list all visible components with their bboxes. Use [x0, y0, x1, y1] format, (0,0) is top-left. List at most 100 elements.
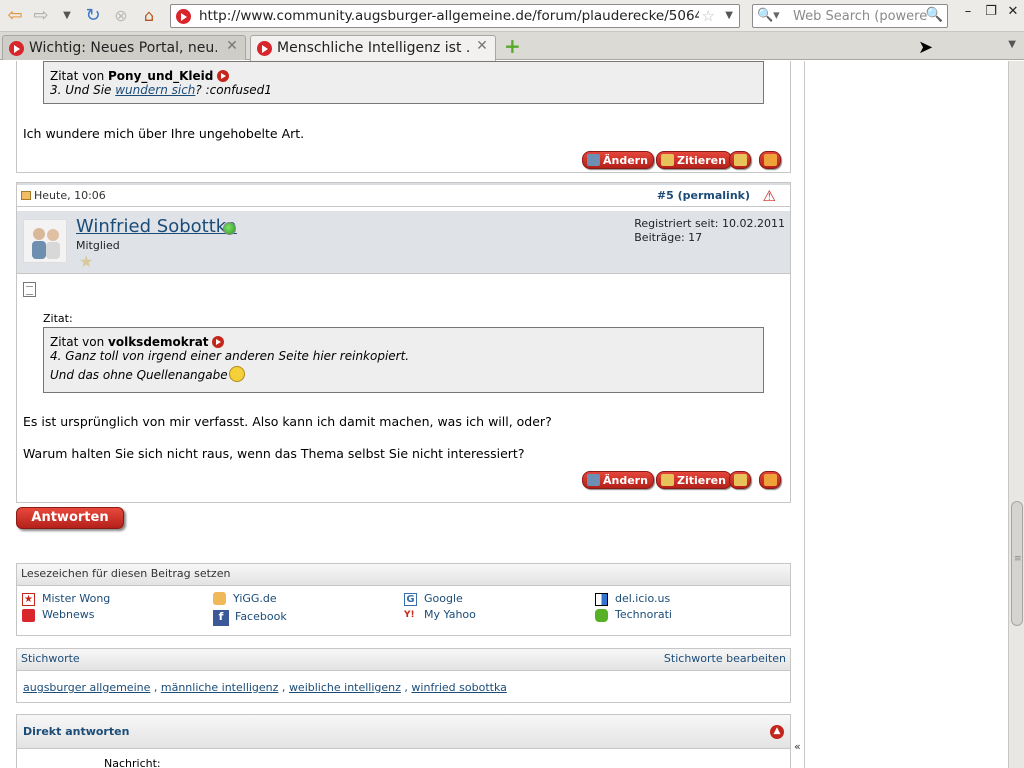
- bookmark-yigg[interactable]: YiGG.de: [213, 592, 277, 605]
- bookmark-star-icon[interactable]: ☆: [702, 7, 715, 25]
- multiquote-button[interactable]: [729, 151, 751, 169]
- quote-button[interactable]: Zitieren: [656, 151, 732, 169]
- tab-bar: Wichtig: Neues Portal, neu... ✕ Menschli…: [0, 32, 1024, 61]
- scrollbar-thumb[interactable]: [1011, 501, 1023, 626]
- tab-list-icon[interactable]: ▼: [1008, 39, 1016, 50]
- bookmark-webnews[interactable]: Webnews: [22, 608, 94, 622]
- yigg-icon: [213, 592, 226, 605]
- history-dropdown-icon[interactable]: ▼: [56, 5, 78, 27]
- quick-reply-title: Direkt antworten: [23, 725, 130, 738]
- quick-reply-header: Direkt antworten ▲: [17, 715, 790, 749]
- technorati-icon: [595, 609, 608, 622]
- quote-author: Pony_und_Kleid: [108, 69, 214, 83]
- tag-link[interactable]: männliche intelligenz: [161, 681, 279, 694]
- quote-icon: [661, 474, 674, 486]
- bookmark-facebook[interactable]: f Facebook: [213, 610, 287, 626]
- pencil-icon: [587, 474, 600, 486]
- tags-title[interactable]: Stichworte: [21, 652, 80, 665]
- quote-box: Zitat von Pony_und_Kleid 3. Und Sie wund…: [43, 61, 764, 104]
- tab-close-icon[interactable]: ✕: [475, 39, 489, 53]
- bookmarks-title: Lesezeichen für diesen Beitrag setzen: [17, 564, 790, 586]
- tab-2[interactable]: Menschliche Intelligenz ist ... ✕: [250, 35, 496, 61]
- url-text[interactable]: http://www.community.augsburger-allgemei…: [199, 8, 699, 24]
- quick-edit-button[interactable]: [759, 471, 781, 489]
- quote-header: Zitat von volksdemokrat: [50, 334, 757, 349]
- bookmark-my-yahoo[interactable]: Y! My Yahoo: [404, 608, 476, 621]
- quote-header: Zitat von Pony_und_Kleid: [50, 68, 757, 83]
- edit-tags-link[interactable]: Stichworte bearbeiten: [664, 649, 786, 669]
- pencil-icon: [587, 154, 600, 166]
- new-tab-icon[interactable]: +: [504, 36, 521, 56]
- yahoo-icon: Y!: [404, 610, 415, 620]
- quote-prefix: Zitat von: [50, 335, 105, 349]
- tab-1[interactable]: Wichtig: Neues Portal, neu... ✕: [2, 35, 246, 60]
- home-icon[interactable]: ⌂: [138, 5, 160, 27]
- bookmark-mister-wong[interactable]: ★ Mister Wong: [22, 592, 110, 606]
- tag-link[interactable]: augsburger allgemeine: [23, 681, 150, 694]
- quick-reply-panel: Direkt antworten ▲ Nachricht:: [16, 714, 791, 768]
- quote-box: Zitat von volksdemokrat 4. Ganz toll von…: [43, 327, 764, 393]
- url-dropdown-icon[interactable]: ▼: [725, 10, 733, 21]
- quote-line: 4. Ganz toll von irgend einer anderen Se…: [50, 349, 410, 363]
- quote-label: Zitat:: [43, 312, 73, 325]
- tab-label: Menschliche Intelligenz ist ...: [277, 40, 469, 56]
- tags-header: Stichworte Stichworte bearbeiten: [17, 649, 790, 671]
- bookmarks-panel: Lesezeichen für diesen Beitrag setzen ★ …: [16, 563, 791, 636]
- multiquote-icon: [734, 474, 747, 486]
- search-icon[interactable]: 🔍: [926, 7, 943, 23]
- bookmark-technorati[interactable]: Technorati: [595, 608, 672, 622]
- vertical-scrollbar[interactable]: [1008, 61, 1024, 768]
- quote-prefix: Zitat von: [50, 69, 105, 83]
- pencil-edit-icon: [764, 154, 777, 166]
- quick-edit-button[interactable]: [759, 151, 781, 169]
- maximize-icon[interactable]: ❐: [983, 4, 999, 20]
- post-text: Warum halten Sie sich nicht raus, wenn d…: [23, 446, 525, 461]
- edit-button[interactable]: Ändern: [582, 471, 654, 489]
- tags-panel: Stichworte Stichworte bearbeiten augsbur…: [16, 648, 791, 703]
- site-favicon-icon: [176, 9, 191, 24]
- edit-button[interactable]: Ändern: [582, 151, 654, 169]
- reply-button[interactable]: Antworten: [16, 507, 124, 529]
- post-text: Ich wundere mich über Ihre ungehobelte A…: [23, 126, 305, 141]
- post-icon: [23, 282, 36, 297]
- back-icon[interactable]: ⇦: [4, 5, 26, 27]
- tag-link[interactable]: winfried sobottka: [411, 681, 506, 694]
- quote-author: volksdemokrat: [108, 335, 209, 349]
- pencil-edit-icon: [764, 474, 777, 486]
- mouse-cursor-icon: ➤: [918, 37, 934, 58]
- tab-close-icon[interactable]: ✕: [225, 39, 239, 53]
- minimize-icon[interactable]: –: [960, 4, 976, 20]
- tab-label: Wichtig: Neues Portal, neu...: [29, 40, 217, 56]
- quote-line: Und das ohne Quellenangabe: [50, 363, 757, 382]
- confused-smiley-icon: [228, 366, 245, 382]
- search-engine-icon[interactable]: 🔍▾: [757, 8, 780, 23]
- multiquote-icon: [734, 154, 747, 166]
- right-sidebar: [804, 61, 1008, 768]
- tab-favicon-icon: [9, 41, 24, 56]
- mister-wong-icon: ★: [22, 593, 35, 606]
- sidebar-toggle-icon[interactable]: «: [794, 740, 801, 753]
- tag-list: augsburger allgemeine , männliche intell…: [23, 681, 507, 694]
- stop-icon[interactable]: ⊗: [110, 5, 132, 27]
- search-input[interactable]: Web Search (powered: [793, 9, 928, 24]
- view-post-icon[interactable]: [212, 336, 225, 348]
- tag-link[interactable]: weibliche intelligenz: [289, 681, 401, 694]
- bookmark-google[interactable]: G Google: [404, 592, 463, 606]
- page-content: Zitat von Pony_und_Kleid 3. Und Sie wund…: [0, 61, 1008, 768]
- multiquote-button[interactable]: [729, 471, 751, 489]
- collapse-icon[interactable]: ▲: [770, 725, 784, 739]
- url-bar[interactable]: http://www.community.augsburger-allgemei…: [170, 4, 740, 28]
- quote-icon: [661, 154, 674, 166]
- view-post-icon[interactable]: [217, 70, 230, 82]
- message-label: Nachricht:: [104, 757, 161, 768]
- bookmark-delicious[interactable]: del.icio.us: [595, 592, 670, 606]
- forward-icon[interactable]: ⇨: [30, 5, 52, 27]
- google-icon: G: [404, 593, 417, 606]
- browser-toolbar: ⇦ ⇨ ▼ ↻ ⊗ ⌂ http://www.community.augsbur…: [0, 0, 1024, 32]
- search-bar[interactable]: 🔍▾ Web Search (powered 🔍: [752, 4, 948, 28]
- quote-link[interactable]: wundern sich: [115, 83, 195, 97]
- facebook-icon: f: [213, 610, 229, 626]
- close-window-icon[interactable]: ✕: [1005, 4, 1021, 20]
- reload-icon[interactable]: ↻: [82, 5, 104, 27]
- quote-button[interactable]: Zitieren: [656, 471, 732, 489]
